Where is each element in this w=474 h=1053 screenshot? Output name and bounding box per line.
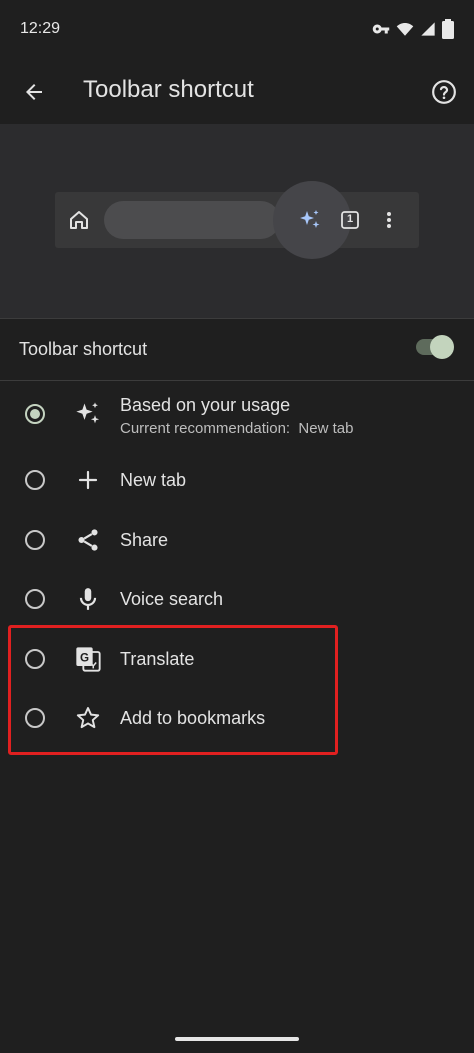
option-based-on-usage[interactable]: Based on your usage Current recommendati… xyxy=(0,383,474,447)
radio-button[interactable] xyxy=(25,470,45,490)
battery-icon xyxy=(442,19,454,39)
divider xyxy=(0,380,474,381)
toolbar-shortcut-toggle-row[interactable]: Toolbar shortcut xyxy=(0,319,474,379)
signal-icon xyxy=(421,22,435,36)
mic-icon xyxy=(74,585,102,613)
option-label: Share xyxy=(120,530,169,550)
preview-toolbar: 1 xyxy=(55,181,419,259)
preview-omnibox xyxy=(104,201,280,239)
option-share[interactable]: Share xyxy=(0,510,474,570)
tab-switcher-icon: 1 xyxy=(341,211,359,229)
option-new-tab[interactable]: New tab xyxy=(0,450,474,510)
help-button[interactable] xyxy=(424,72,464,112)
toggle-label: Toolbar shortcut xyxy=(19,339,148,359)
more-vert-icon xyxy=(387,212,391,228)
option-voice-search[interactable]: Voice search xyxy=(0,569,474,629)
page-title: Toolbar shortcut xyxy=(83,76,254,103)
home-icon xyxy=(70,211,88,229)
sparkle-icon xyxy=(74,400,102,428)
wifi-icon xyxy=(396,23,414,36)
annotation-highlight-box xyxy=(8,625,338,755)
status-icons xyxy=(372,19,454,39)
option-label: Voice search xyxy=(120,589,224,609)
share-icon xyxy=(74,526,102,554)
switch-thumb xyxy=(430,335,454,359)
sparkle-icon xyxy=(300,210,320,228)
arrow-back-icon xyxy=(26,84,42,100)
option-sublabel: Current recommendation: New tab xyxy=(120,420,354,437)
radio-button[interactable] xyxy=(25,530,45,550)
tab-count: 1 xyxy=(346,213,354,225)
radio-button[interactable] xyxy=(25,589,45,609)
toolbar-preview: 1 xyxy=(0,124,474,318)
option-label: New tab xyxy=(120,470,187,490)
radio-button-selected[interactable] xyxy=(25,404,45,424)
vpn-key-icon xyxy=(372,24,390,34)
status-time: 12:29 xyxy=(20,20,61,37)
plus-icon xyxy=(74,466,102,494)
status-bar: 12:29 xyxy=(0,0,474,60)
gesture-nav-handle[interactable] xyxy=(175,1037,299,1041)
help-icon xyxy=(432,80,456,104)
app-bar: Toolbar shortcut xyxy=(0,60,474,124)
option-label: Based on your usage xyxy=(120,395,291,415)
toolbar-shortcut-switch[interactable] xyxy=(416,335,454,359)
back-button[interactable] xyxy=(14,72,54,112)
